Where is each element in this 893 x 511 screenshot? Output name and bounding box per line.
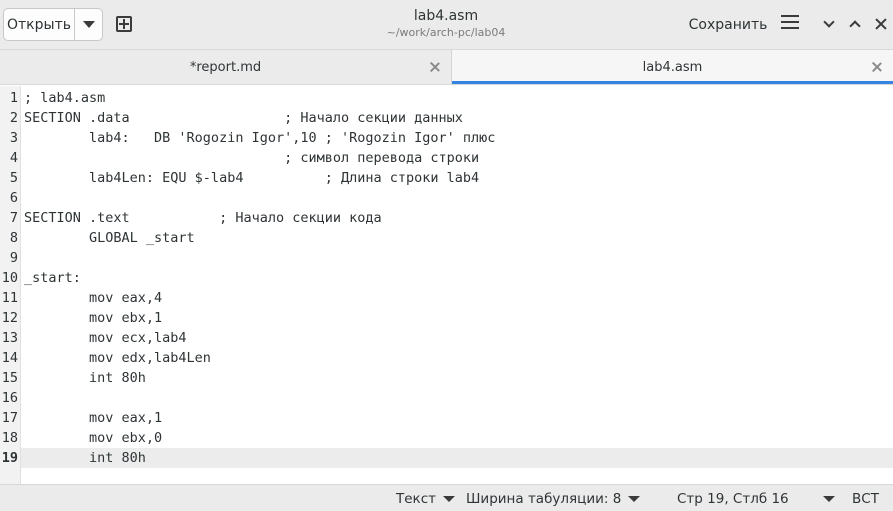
code-line[interactable]: mov ebx,0 [24, 428, 162, 448]
insert-mode-indicator[interactable]: ВСТ [852, 490, 879, 508]
status-bar: Текст Ширина табуляции: 8 Стр 19, Стлб 1… [0, 484, 893, 511]
triangle-down-icon [628, 496, 641, 502]
tab-bar: *report.md lab4.asm [0, 50, 893, 85]
current-line-highlight [21, 448, 893, 468]
line-number: 18 [1, 430, 18, 446]
line-number: 17 [1, 410, 18, 426]
cursor-position-label: Стр 19, Стлб 16 [677, 491, 789, 507]
line-number: 5 [9, 170, 18, 186]
tab-width-label: Ширина табуляции: 8 [466, 491, 622, 507]
maximize-button[interactable] [845, 14, 865, 34]
line-number: 15 [1, 370, 18, 386]
tab-width-selector[interactable]: Ширина табуляции: 8 [466, 490, 641, 508]
line-number: 3 [9, 130, 18, 146]
chevron-up-icon [849, 20, 861, 32]
open-button[interactable]: Открыть [4, 9, 75, 40]
code-line[interactable]: ; lab4.asm [24, 88, 105, 108]
code-editor[interactable]: 1 ; lab4.asm 2 SECTION .data ; Начало секци… [0, 86, 893, 484]
cursor-position-selector[interactable]: Стр 19, Стлб 16 [677, 490, 835, 508]
document-path: ~/work/arch-pc/lab04 [386, 26, 506, 39]
window-title: lab4.asm ~/work/arch-pc/lab04 [296, 6, 596, 40]
code-line[interactable]: int 80h [24, 368, 146, 388]
save-button[interactable]: Сохранить [684, 12, 772, 38]
line-number: 13 [1, 330, 18, 346]
code-line[interactable]: mov eax,4 [24, 288, 162, 308]
chevron-down-icon [823, 16, 835, 28]
code-line[interactable]: GLOBAL _start [24, 228, 195, 248]
triangle-down-icon [82, 21, 95, 28]
code-line[interactable]: mov ebx,1 [24, 308, 162, 328]
code-line[interactable]: int 80h [24, 448, 146, 468]
triangle-down-icon [822, 496, 835, 502]
open-recent-dropdown-button[interactable] [75, 9, 102, 40]
code-line[interactable]: mov eax,1 [24, 408, 162, 428]
new-document-button[interactable] [112, 12, 136, 36]
header-bar: Открыть lab4.asm ~/work/arch-pc/lab04 Со… [0, 0, 893, 50]
main-menu-button[interactable] [781, 15, 799, 33]
code-line[interactable]: mov edx,lab4Len [24, 348, 211, 368]
line-number: 2 [9, 110, 18, 126]
tab-label: lab4.asm [642, 59, 703, 75]
syntax-language-label: Текст [396, 491, 436, 507]
line-number: 16 [1, 390, 18, 406]
new-tab-plus-icon [116, 16, 132, 32]
hamburger-icon-bar [781, 27, 799, 29]
minimize-button[interactable] [819, 14, 839, 34]
triangle-down-icon [443, 496, 455, 502]
hamburger-icon-bar [781, 15, 799, 17]
tab-lab4-asm[interactable]: lab4.asm [452, 50, 893, 84]
tab-label: *report.md [189, 59, 262, 75]
line-number: 11 [1, 290, 18, 306]
code-line[interactable]: lab4Len: EQU $-lab4 ; Длина строки lab4 [24, 168, 479, 188]
close-icon [875, 18, 887, 30]
insert-mode-label: ВСТ [852, 491, 879, 507]
line-number: 4 [9, 150, 18, 166]
code-line[interactable]: lab4: DB 'Rogozin Igor',10 ; 'Rogozin Ig… [24, 128, 495, 148]
code-line[interactable]: SECTION .data ; Начало секции данных [24, 108, 463, 128]
line-number: 8 [9, 230, 18, 246]
code-line[interactable]: SECTION .text ; Начало секции кода [24, 208, 382, 228]
line-number: 7 [9, 210, 18, 226]
hamburger-icon-bar [781, 21, 799, 23]
line-number: 9 [9, 250, 18, 266]
tab-report-md[interactable]: *report.md [0, 50, 452, 84]
open-button-group: Открыть [3, 8, 103, 41]
line-number: 14 [1, 350, 18, 366]
tab-close-icon[interactable] [871, 61, 883, 73]
close-window-button[interactable] [871, 14, 891, 34]
line-number: 1 [9, 90, 18, 106]
tab-close-icon[interactable] [429, 61, 441, 73]
line-number: 12 [1, 310, 18, 326]
syntax-language-selector[interactable]: Текст [396, 490, 455, 508]
line-number: 19 [1, 450, 18, 466]
line-number: 6 [9, 190, 18, 206]
code-line[interactable]: ; символ перевода строки [24, 148, 479, 168]
code-line[interactable]: _start: [24, 268, 81, 288]
code-line[interactable]: mov ecx,lab4 [24, 328, 187, 348]
document-title: lab4.asm [413, 8, 479, 24]
line-number: 10 [1, 270, 18, 286]
